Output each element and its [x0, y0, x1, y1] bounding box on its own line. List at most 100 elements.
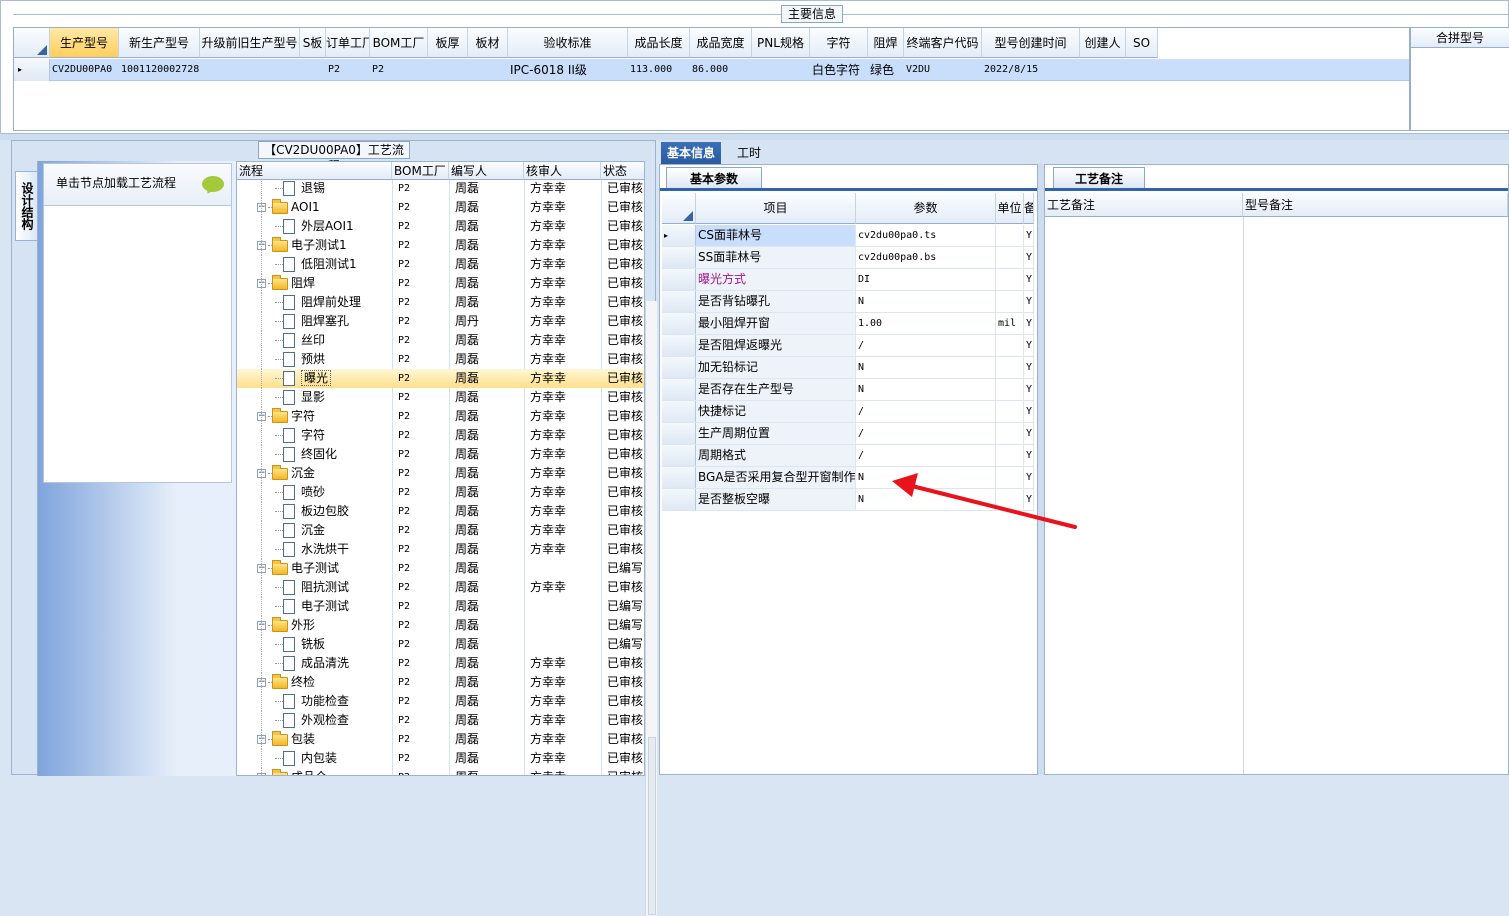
tree-row[interactable]: 低阻测试1 P2 周磊 方幸幸 已审核 — [237, 255, 644, 274]
tree-node[interactable]: 外层AOI1 — [275, 217, 390, 236]
tree-node[interactable]: 预烘 — [275, 350, 390, 369]
tree-row[interactable]: 阻焊前处理 P2 周磊 方幸幸 已审核 — [237, 293, 644, 312]
column-header[interactable]: 型号创建时间 — [982, 28, 1080, 58]
param-row[interactable]: SS面菲林号 cv2du00pa0.bs Y — [662, 247, 1034, 269]
tree-node[interactable]: − 电子测试1 — [257, 236, 390, 255]
tree-node[interactable]: 内包装 — [275, 749, 390, 768]
param-value[interactable]: / — [856, 423, 996, 444]
tree-node[interactable]: 显影 — [275, 388, 390, 407]
tab-basic-info[interactable]: 基本信息 — [661, 142, 722, 164]
tree-node[interactable]: 阻焊塞孔 — [275, 312, 390, 331]
column-header[interactable]: BOM工厂 — [370, 28, 428, 58]
column-header[interactable]: 新生产型号 — [119, 28, 200, 58]
node-hint[interactable]: 单击节点加载工艺流程 — [44, 164, 231, 206]
tree-row[interactable]: − 外形 P2 周磊 已编写 — [237, 616, 644, 635]
tree-row[interactable]: − 包装 P2 周磊 方幸幸 已审核 — [237, 730, 644, 749]
tree-row[interactable]: − 沉金 P2 周磊 方幸幸 已审核 — [237, 464, 644, 483]
tree-row[interactable]: 阻焊塞孔 P2 周丹 方幸幸 已审核 — [237, 312, 644, 331]
param-value[interactable]: DI — [856, 269, 996, 290]
column-header[interactable]: 创建人 — [1080, 28, 1126, 58]
tree-node[interactable]: 板边包胶 — [275, 502, 390, 521]
tree-node[interactable]: − 字符 — [257, 407, 390, 426]
param-row[interactable]: 是否存在生产型号 N Y — [662, 379, 1034, 401]
tree-column-header[interactable]: 流程 — [237, 162, 392, 180]
column-header[interactable]: 成品长度 — [628, 28, 690, 58]
param-value[interactable]: N — [856, 357, 996, 378]
column-header[interactable]: 验收标准 — [508, 28, 628, 58]
tree-row[interactable]: 显影 P2 周磊 方幸幸 已审核 — [237, 388, 644, 407]
column-header[interactable]: 成品宽度 — [690, 28, 752, 58]
tree-column-header[interactable]: 编写人 — [449, 162, 524, 180]
column-header[interactable]: 字符 — [810, 28, 868, 58]
param-row[interactable]: 曝光方式 DI Y — [662, 269, 1034, 291]
scrollbar-thumb[interactable] — [648, 737, 656, 915]
tree-column-header[interactable]: 状态 — [601, 162, 644, 180]
tree-column-header[interactable]: 核审人 — [524, 162, 601, 180]
param-row[interactable]: 是否背钻曝孔 N Y — [662, 291, 1034, 313]
param-row[interactable]: 是否整板空曝 N Y — [662, 489, 1034, 511]
tree-node[interactable]: − 终检 — [257, 673, 390, 692]
tree-row[interactable]: 电子测试 P2 周磊 已编写 — [237, 597, 644, 616]
tree-row[interactable]: 预烘 P2 周磊 方幸幸 已审核 — [237, 350, 644, 369]
tree-row[interactable]: − 电子测试 P2 周磊 已编写 — [237, 559, 644, 578]
column-header[interactable]: S板 — [300, 28, 326, 58]
param-row[interactable]: BGA是否采用复合型开窗制作 N Y — [662, 467, 1034, 489]
column-header[interactable]: 阻焊 — [868, 28, 904, 58]
tree-row[interactable]: 铣板 P2 周磊 已编写 — [237, 635, 644, 654]
tree-node[interactable]: 铣板 — [275, 635, 390, 654]
tree-row[interactable]: 沉金 P2 周磊 方幸幸 已审核 — [237, 521, 644, 540]
tree-row[interactable]: − 阻焊 P2 周磊 方幸幸 已审核 — [237, 274, 644, 293]
param-value[interactable]: N — [856, 489, 996, 510]
tree-node[interactable]: − 电子测试 — [257, 559, 390, 578]
tree-row[interactable]: 板边包胶 P2 周磊 方幸幸 已审核 — [237, 502, 644, 521]
param-value[interactable]: N — [856, 467, 996, 488]
tab-basic-params[interactable]: 基本参数 — [666, 167, 762, 189]
design-structure-tab[interactable]: 设计结构 — [15, 171, 37, 241]
param-row[interactable]: 生产周期位置 / Y — [662, 423, 1034, 445]
tree-node[interactable]: 外观检查 — [275, 711, 390, 730]
tree-node[interactable]: 功能检查 — [275, 692, 390, 711]
tree-row[interactable]: 退锡 P2 周磊 方幸幸 已审核 — [237, 179, 644, 198]
param-row[interactable]: 是否阻焊返曝光 / Y — [662, 335, 1034, 357]
column-header[interactable]: 生产型号 — [50, 28, 119, 58]
param-value[interactable]: / — [856, 401, 996, 422]
tree-row[interactable]: 阻抗测试 P2 周磊 方幸幸 已审核 — [237, 578, 644, 597]
column-header[interactable]: 板材 — [468, 28, 508, 58]
tree-row[interactable]: 喷砂 P2 周磊 方幸幸 已审核 — [237, 483, 644, 502]
tab-work-hours[interactable]: 工时 — [731, 142, 767, 164]
tree-node[interactable]: 电子测试 — [275, 597, 390, 616]
param-value[interactable]: / — [856, 335, 996, 356]
param-value[interactable]: / — [856, 445, 996, 466]
tree-node[interactable]: − 沉金 — [257, 464, 390, 483]
param-row[interactable]: 最小阻焊开窗 1.00 mil Y — [662, 313, 1034, 335]
merge-model-header[interactable]: 合拼型号 — [1411, 28, 1509, 48]
param-value[interactable]: cv2du00pa0.ts — [856, 225, 996, 246]
tree-row[interactable]: 水洗烘干 P2 周磊 方幸幸 已审核 — [237, 540, 644, 559]
column-header[interactable]: SO — [1126, 28, 1158, 58]
param-row[interactable]: ▸ CS面菲林号 cv2du00pa0.ts Y — [662, 225, 1034, 247]
tree-node[interactable]: − 外形 — [257, 616, 390, 635]
tree-row[interactable]: 功能检查 P2 周磊 方幸幸 已审核 — [237, 692, 644, 711]
tree-column-header[interactable]: BOM工厂 — [392, 162, 449, 180]
process-remark-header[interactable]: 工艺备注 — [1045, 193, 1243, 217]
tree-node[interactable]: 退锡 — [275, 179, 390, 198]
param-value[interactable]: N — [856, 291, 996, 312]
tree-node[interactable]: 字符 — [275, 426, 390, 445]
param-column-header[interactable]: 备 — [1024, 193, 1034, 224]
tree-node[interactable]: 沉金 — [275, 521, 390, 540]
tree-row[interactable]: − 电子测试1 P2 周磊 方幸幸 已审核 — [237, 236, 644, 255]
tree-row[interactable]: 字符 P2 周磊 方幸幸 已审核 — [237, 426, 644, 445]
tree-row[interactable]: − AOI1 P2 周磊 方幸幸 已审核 — [237, 198, 644, 217]
column-header[interactable]: 终端客户代码 — [904, 28, 982, 58]
tree-row[interactable]: 内包装 P2 周磊 方幸幸 已审核 — [237, 749, 644, 768]
column-header[interactable]: 升级前旧生产型号 — [200, 28, 300, 58]
param-value[interactable]: cv2du00pa0.bs — [856, 247, 996, 268]
param-row[interactable]: 快捷标记 / Y — [662, 401, 1034, 423]
tree-row[interactable]: 成品清洗 P2 周磊 方幸幸 已审核 — [237, 654, 644, 673]
tree-row[interactable]: − 字符 P2 周磊 方幸幸 已审核 — [237, 407, 644, 426]
tree-scrollbar[interactable] — [645, 301, 657, 916]
tree-node[interactable]: 丝印 — [275, 331, 390, 350]
tree-node[interactable]: 成品清洗 — [275, 654, 390, 673]
param-value[interactable]: N — [856, 379, 996, 400]
column-header[interactable]: PNL规格 — [752, 28, 810, 58]
